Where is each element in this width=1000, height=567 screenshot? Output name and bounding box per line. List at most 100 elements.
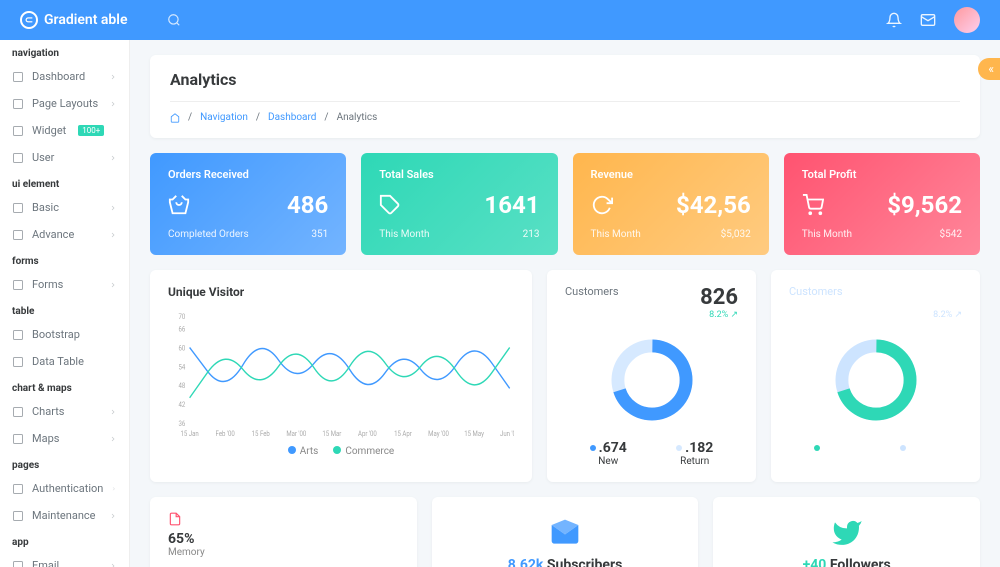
subscribers-card: 8.62k Subscribers Your main list is grow… <box>432 497 699 567</box>
sidebar-item-email[interactable]: Email <box>0 552 129 567</box>
customers-value: 826 <box>924 285 962 310</box>
sidebar-section: table <box>0 298 129 321</box>
chevron-right-icon <box>109 562 117 567</box>
nav-label: Page Layouts <box>32 97 98 110</box>
stat-card-3: Total Profit$9,562This Month$542 <box>784 153 980 255</box>
sidebar-item-maps[interactable]: Maps <box>0 425 129 452</box>
main-content: « Analytics /Navigation /Dashboard /Anal… <box>130 40 1000 567</box>
customers-title: Customers <box>565 285 619 298</box>
maint-icon <box>12 510 24 522</box>
nav-label: Data Table <box>32 355 84 368</box>
new-label: New <box>590 456 627 467</box>
crumb-dash[interactable]: Dashboard <box>268 112 316 123</box>
sidebar-item-user[interactable]: User <box>0 144 129 171</box>
stat-foot-label: This Month <box>591 229 641 240</box>
chevron-right-icon <box>109 204 117 212</box>
mail-icon[interactable] <box>920 12 936 28</box>
memory-value: 65% <box>168 531 399 547</box>
stat-title: Total Sales <box>379 168 539 181</box>
file-icon <box>168 512 399 526</box>
logo-icon: ⊂ <box>20 11 38 29</box>
stat-foot-value: $5,032 <box>721 229 751 240</box>
sidebar-item-bootstrap[interactable]: Bootstrap <box>0 321 129 348</box>
nav-label: Maintenance <box>32 509 96 522</box>
followers-value: +40 <box>803 557 827 567</box>
home-icon <box>12 71 24 83</box>
brand-logo[interactable]: ⊂ Gradient able <box>20 11 127 29</box>
page-title: Analytics <box>170 70 960 89</box>
nav-label: Email <box>32 559 59 567</box>
svg-text:15 Feb: 15 Feb <box>252 430 270 439</box>
svg-text:May '00: May '00 <box>428 430 449 439</box>
user-avatar[interactable] <box>954 7 980 33</box>
mail-icon <box>12 560 24 567</box>
stat-foot-value: $542 <box>940 229 962 240</box>
sidebar-item-page-layouts[interactable]: Page Layouts <box>0 90 129 117</box>
customers-card-1: Customers8268.2% ↗.674New.182Return <box>547 270 756 482</box>
svg-text:66: 66 <box>179 325 186 334</box>
sidebar-item-authentication[interactable]: Authentication <box>0 475 129 502</box>
breadcrumb: /Navigation /Dashboard /Analytics <box>170 101 960 123</box>
return-value: .182 <box>676 440 713 456</box>
file-icon <box>12 279 24 291</box>
nav-label: Dashboard <box>32 70 85 83</box>
chevron-right-icon <box>109 512 117 520</box>
chart-icon <box>12 406 24 418</box>
return-label: Return <box>900 456 937 467</box>
nav-label: Charts <box>32 405 64 418</box>
unique-visitor-card: Unique Visitor 3642485460667015 JanFeb '… <box>150 270 532 482</box>
nav-label: Authentication <box>32 482 103 495</box>
box-icon <box>12 202 24 214</box>
home-icon[interactable] <box>170 113 180 123</box>
sidebar-item-data-table[interactable]: Data Table <box>0 348 129 375</box>
sidebar-item-dashboard[interactable]: Dashboard <box>0 63 129 90</box>
sidebar-item-charts[interactable]: Charts <box>0 398 129 425</box>
new-value: .674 <box>590 440 627 456</box>
user-icon <box>12 152 24 164</box>
chevron-right-icon <box>109 154 117 162</box>
lock-icon <box>12 483 24 495</box>
sidebar-item-basic[interactable]: Basic <box>0 194 129 221</box>
svg-text:Apr '00: Apr '00 <box>358 430 377 439</box>
widget-icon <box>12 125 24 137</box>
sidebar-item-forms[interactable]: Forms <box>0 271 129 298</box>
stat-title: Revenue <box>591 168 751 181</box>
bookmark-tab[interactable]: « <box>978 58 1000 80</box>
layout-icon <box>12 98 24 110</box>
legend-item: Commerce <box>333 446 394 457</box>
chevron-right-icon <box>109 73 117 81</box>
stat-value: 1641 <box>484 191 539 219</box>
sidebar-item-widget[interactable]: Widget100+ <box>0 117 129 144</box>
table-icon <box>12 329 24 341</box>
customers-card-2: Customers8268.2% ↗.674New.182Return <box>771 270 980 482</box>
sidebar-section: forms <box>0 248 129 271</box>
nav-label: Maps <box>32 432 59 445</box>
nav-label: Advance <box>32 228 74 241</box>
crumb-current: Analytics <box>337 112 378 123</box>
svg-text:15 Jan: 15 Jan <box>180 430 199 439</box>
stat-foot-value: 213 <box>523 229 540 240</box>
customers-pct: 8.2% ↗ <box>924 310 962 320</box>
donut-chart <box>607 335 697 425</box>
map-icon <box>12 433 24 445</box>
nav-label: Widget <box>32 124 66 137</box>
sidebar-section: pages <box>0 452 129 475</box>
chevron-right-icon <box>109 408 117 416</box>
chevron-right-icon <box>109 281 117 289</box>
sidebar-section: navigation <box>0 40 129 63</box>
sidebar-section: app <box>0 529 129 552</box>
crumb-nav[interactable]: Navigation <box>200 112 248 123</box>
stat-icon <box>379 194 401 216</box>
sidebar-item-maintenance[interactable]: Maintenance <box>0 502 129 529</box>
memory-card: 65% Memory <box>150 497 417 567</box>
svg-text:60: 60 <box>179 344 186 353</box>
donut-chart <box>831 335 921 425</box>
sidebar-item-advance[interactable]: Advance <box>0 221 129 248</box>
stat-value: 486 <box>287 191 328 219</box>
chevron-right-icon <box>109 435 117 443</box>
memory-label: Memory <box>168 547 399 558</box>
search-icon[interactable] <box>167 13 181 27</box>
stat-card-1: Total Sales1641This Month213 <box>361 153 557 255</box>
svg-text:15 May: 15 May <box>464 430 485 439</box>
bell-icon[interactable] <box>886 12 902 28</box>
